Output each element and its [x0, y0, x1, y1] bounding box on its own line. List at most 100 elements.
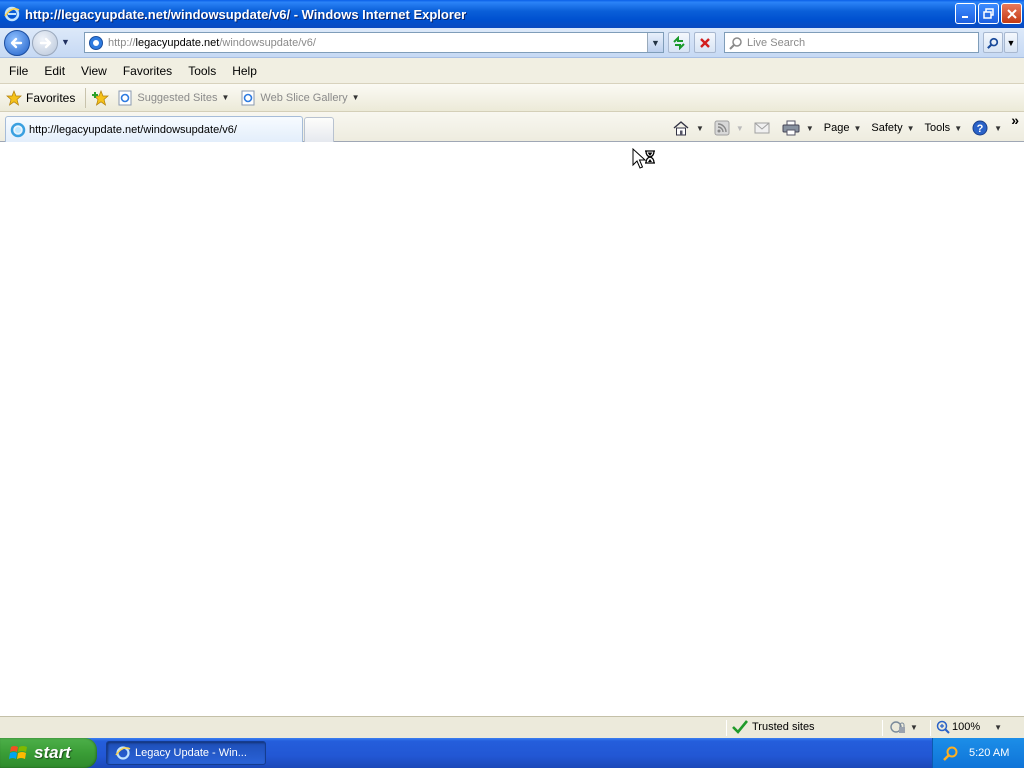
start-label: start [34, 743, 71, 762]
search-go-button[interactable] [983, 32, 1003, 53]
taskbar-item-ie[interactable]: Legacy Update - Win... [106, 741, 266, 765]
windows-logo-icon [9, 746, 27, 759]
url-path: /windowsupdate/v6/ [219, 36, 316, 49]
stop-button[interactable] [694, 32, 716, 53]
chevron-down-icon: ▼ [954, 123, 963, 133]
web-slice-gallery-label: Web Slice Gallery [260, 91, 348, 104]
protected-mode-indicator[interactable]: ▼ [890, 720, 918, 734]
status-separator [930, 720, 931, 736]
zoom-control[interactable]: 100% ▼ [936, 720, 1002, 734]
help-menu-button[interactable]: ? ▼ [972, 120, 1002, 136]
search-tray-icon[interactable] [943, 745, 959, 761]
menu-help[interactable]: Help [224, 61, 265, 81]
help-icon: ? [972, 120, 988, 136]
suggested-sites-button[interactable]: Suggested Sites ▼ [118, 87, 229, 109]
address-bar[interactable]: http://legacyupdate.net/windowsupdate/v6… [84, 32, 664, 53]
page-menu-button[interactable]: Page ▼ [824, 122, 862, 134]
add-favorite-icon [92, 89, 110, 106]
taskbar: start Legacy Update - Win... 5:20 AM [0, 738, 1024, 768]
ie-page-icon [118, 90, 132, 105]
more-commands-chevron-icon[interactable]: » [1011, 112, 1019, 128]
favorites-separator [85, 87, 87, 108]
window-controls [955, 3, 1022, 24]
command-bar: ▼ ▼ ▼ Page ▼ Safety ▼ Tools ▼ ? ▼ [672, 116, 1012, 140]
refresh-button[interactable] [668, 32, 690, 53]
tools-menu-label: Tools [924, 122, 951, 134]
recent-pages-dropdown[interactable]: ▼ [61, 37, 70, 47]
svg-text:?: ? [977, 123, 984, 135]
chevron-down-icon: ▼ [994, 722, 1003, 732]
back-arrow-icon [10, 37, 23, 49]
feeds-button[interactable]: ▼ [714, 120, 744, 136]
printer-icon [782, 120, 800, 136]
read-mail-button[interactable] [754, 121, 772, 135]
ie-icon [4, 6, 20, 22]
chevron-down-icon: ▼ [910, 722, 918, 732]
address-dropdown-button[interactable]: ▼ [647, 33, 663, 52]
menu-favorites[interactable]: Favorites [115, 61, 180, 81]
url-host: legacyupdate.net [135, 36, 220, 49]
chevron-down-icon: ▼ [994, 123, 1003, 133]
security-zone[interactable]: Trusted sites [732, 720, 815, 734]
system-tray: 5:20 AM [932, 738, 1024, 768]
status-bar: Trusted sites ▼ 100% ▼ [0, 716, 1024, 738]
chevron-down-icon: ▼ [906, 123, 915, 133]
home-icon [673, 121, 689, 136]
close-icon [1006, 8, 1017, 19]
menu-bar: File Edit View Favorites Tools Help [0, 58, 1024, 84]
magnifier-icon [729, 36, 742, 50]
new-tab-button[interactable] [304, 117, 334, 142]
web-slice-gallery-button[interactable]: Web Slice Gallery ▼ [241, 87, 360, 109]
favorites-label: Favorites [26, 90, 76, 105]
clock[interactable]: 5:20 AM [969, 747, 1009, 759]
start-button[interactable]: start [0, 738, 97, 768]
close-button[interactable] [1001, 3, 1022, 24]
back-button[interactable] [4, 30, 30, 56]
status-separator [882, 720, 883, 736]
rss-feed-icon [714, 120, 730, 136]
navigation-bar: ▼ http://legacyupdate.net/windowsupdate/… [0, 28, 1024, 58]
menu-view[interactable]: View [73, 61, 115, 81]
tab-current[interactable]: http://legacyupdate.net/windowsupdate/v6… [5, 116, 303, 142]
add-to-favorites-bar-button[interactable] [92, 87, 110, 109]
forward-button[interactable] [32, 30, 58, 56]
minimize-icon [961, 15, 968, 18]
search-input[interactable] [747, 36, 967, 49]
suggested-sites-label: Suggested Sites [137, 91, 218, 104]
taskbar-item-label: Legacy Update - Win... [135, 747, 247, 759]
tab-row: http://legacyupdate.net/windowsupdate/v6… [0, 112, 1024, 142]
safety-menu-button[interactable]: Safety ▼ [871, 122, 914, 134]
restore-button[interactable] [978, 3, 999, 24]
search-box[interactable] [724, 32, 979, 53]
favorites-bar: Favorites Suggested Sites ▼ Web Slice Ga… [0, 84, 1024, 112]
chevron-down-icon: ▼ [351, 93, 360, 102]
menu-edit[interactable]: Edit [36, 61, 73, 81]
security-zone-label: Trusted sites [752, 721, 815, 733]
chevron-down-icon: ▼ [221, 93, 230, 102]
url-scheme: http:// [108, 36, 136, 49]
chevron-down-icon: ▼ [696, 123, 704, 133]
favorites-button[interactable]: Favorites [6, 87, 75, 109]
restore-icon [983, 8, 994, 19]
menu-file[interactable]: File [0, 61, 36, 81]
status-separator [726, 720, 727, 736]
check-icon [732, 720, 748, 734]
page-globe-icon [89, 35, 103, 50]
page-content-area[interactable] [0, 142, 1024, 716]
forward-arrow-icon [39, 37, 52, 49]
zoom-icon [936, 720, 950, 734]
title-bar[interactable]: http://legacyupdate.net/windowsupdate/v6… [0, 0, 1024, 28]
chevron-down-icon: ▼ [853, 123, 862, 133]
minimize-button[interactable] [955, 3, 976, 24]
search-options-dropdown[interactable]: ▼ [1004, 32, 1018, 53]
loading-icon [10, 122, 26, 137]
window-title: http://legacyupdate.net/windowsupdate/v6… [25, 6, 467, 22]
stop-icon [700, 37, 710, 48]
menu-tools[interactable]: Tools [180, 61, 224, 81]
refresh-icon [673, 35, 685, 50]
address-url: http://legacyupdate.net/windowsupdate/v6… [108, 37, 316, 49]
chevron-down-icon: ▼ [735, 123, 744, 133]
print-button[interactable]: ▼ [782, 120, 814, 136]
tools-menu-button[interactable]: Tools ▼ [925, 122, 963, 134]
home-button[interactable]: ▼ [672, 120, 704, 136]
